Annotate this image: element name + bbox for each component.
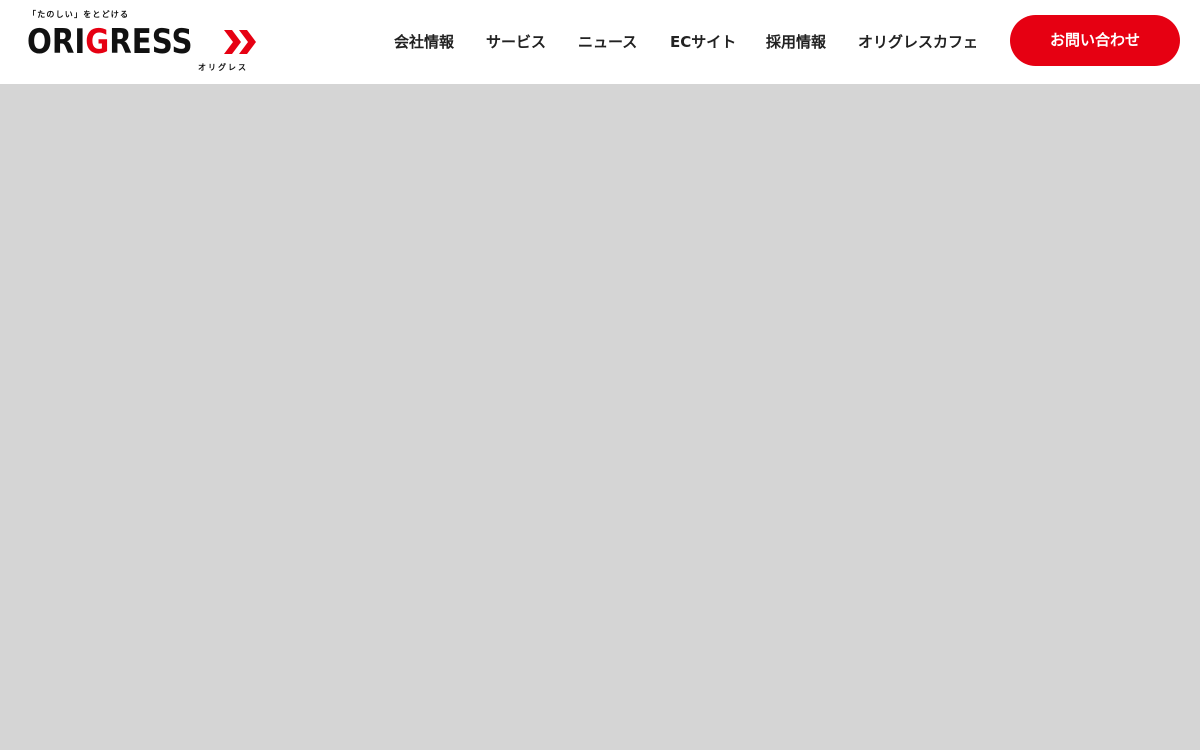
logo-wordmark-part2: RESS	[109, 22, 193, 62]
nav-item-news[interactable]: ニュース	[578, 30, 637, 54]
nav-item-company[interactable]: 会社情報	[394, 30, 454, 54]
logo-tagline: 「たのしい」をとどける	[28, 10, 130, 19]
logo-kana: オリグレス	[198, 63, 248, 72]
logo-wordmark-accent: G	[85, 22, 110, 62]
logo-wordmark: ORIGRESS	[27, 23, 193, 61]
double-chevron-right-icon	[224, 30, 256, 54]
logo-link[interactable]: 「たのしい」をとどける ORIGRESS オリグレス	[27, 9, 268, 73]
nav-item-cafe[interactable]: オリグレスカフェ	[858, 30, 978, 54]
hero-placeholder	[0, 84, 1200, 750]
contact-button[interactable]: お問い合わせ	[1010, 15, 1180, 66]
site-header: 「たのしい」をとどける ORIGRESS オリグレス 会社情報 サービス ニュー…	[0, 0, 1200, 84]
nav-item-ec-site[interactable]: ECサイト	[670, 30, 736, 54]
logo-wordmark-part1: ORI	[27, 22, 86, 62]
nav-item-services[interactable]: サービス	[486, 30, 546, 54]
nav-item-recruit[interactable]: 採用情報	[766, 30, 826, 54]
